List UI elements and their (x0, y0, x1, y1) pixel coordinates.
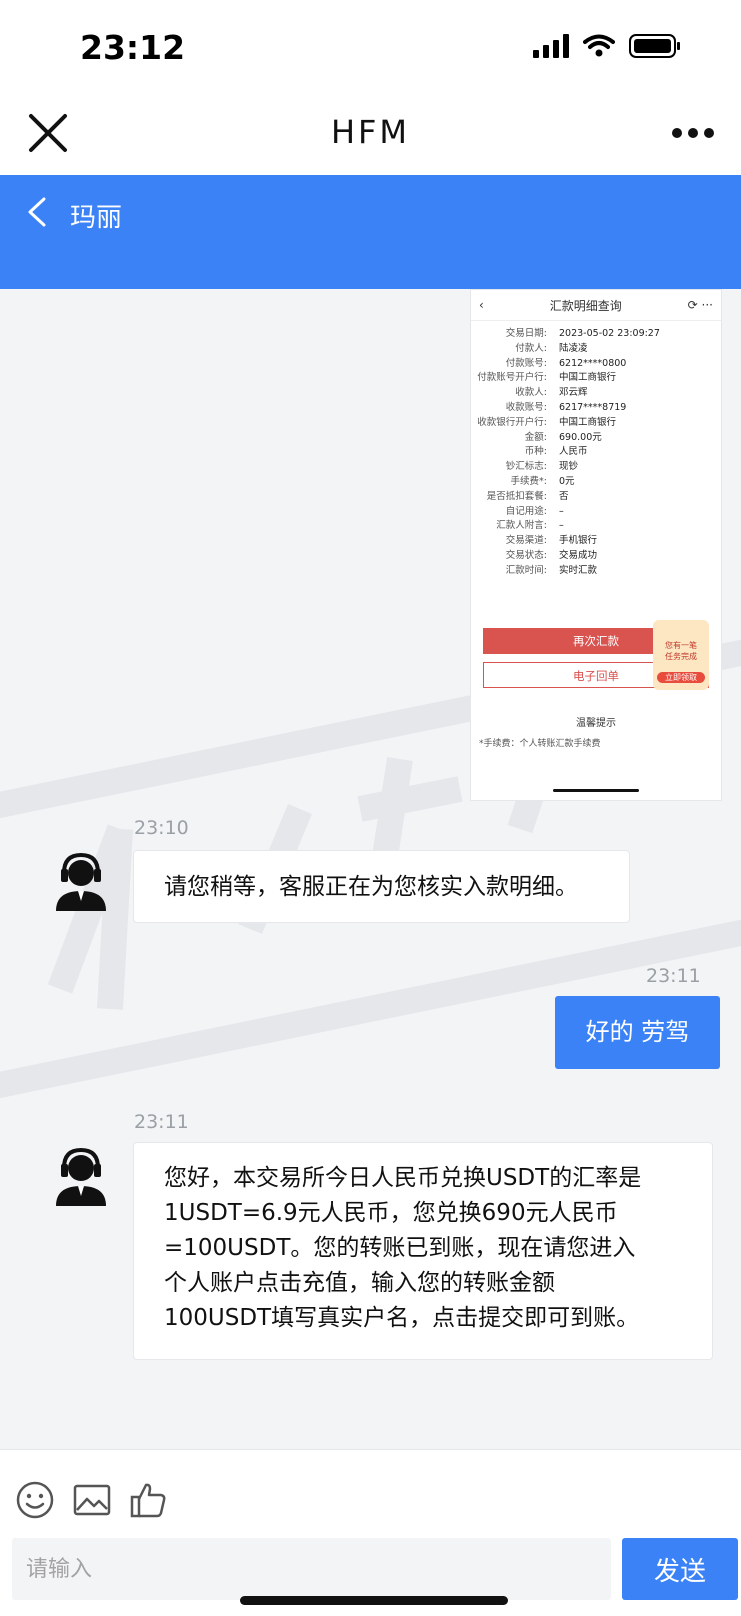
message-timestamp: 23:11 (646, 965, 701, 987)
status-icons (533, 34, 681, 58)
receipt-row: 手续费*: 0元 (510, 475, 575, 487)
tip-title: 温馨提示 (576, 718, 616, 729)
promo-badge: 您有一笔 任务完成 立即领取 (653, 620, 709, 690)
image-icon[interactable] (72, 1480, 112, 1520)
message-text-line: 100USDT填写真实户名，点击提交即可到账。 (164, 1305, 640, 1331)
nav-title: HFM (330, 113, 411, 151)
receipt-menu-icon: ⟳ ··· (687, 298, 713, 312)
message-bubble-incoming: 请您稍等，客服正在为您核实入款明细。 (133, 850, 630, 923)
receipt-row: 付款人: 陆凌凌 (515, 342, 588, 354)
nav-bar: HFM (0, 95, 741, 175)
send-button[interactable]: 发送 (622, 1538, 738, 1600)
back-icon[interactable] (26, 197, 48, 227)
more-icon[interactable] (671, 125, 715, 141)
message-text-line: 1USDT=6.9元人民币，您兑换690元人民币 (164, 1200, 618, 1226)
agent-avatar-icon (56, 1147, 106, 1206)
receipt-title: 汇款明细查询 (549, 298, 622, 313)
message-bubble-incoming: 您好，本交易所今日人民币兑换USDT的汇率是 1USDT=6.9元人民币，您兑换… (133, 1142, 713, 1360)
receipt-row: 付款账号: 6212****0800 (505, 357, 627, 369)
receipt-row: 交易状态: 交易成功 (505, 549, 598, 561)
receipt-row: 钞汇标志: 现钞 (505, 461, 579, 473)
thumbs-up-icon[interactable] (129, 1480, 169, 1520)
agent-avatar-icon (56, 852, 106, 911)
receipt-row: 交易渠道: 手机银行 (505, 535, 598, 547)
message-timestamp: 23:10 (134, 817, 189, 839)
tip-body: *手续费：个人转账汇款手续费 (479, 739, 601, 749)
promo-line1: 您有一笔 (665, 641, 697, 650)
receipt-row: 汇款时间: 实时汇款 (505, 564, 598, 576)
chat-title: 玛丽 (70, 203, 123, 233)
chat-area[interactable]: ‹ 汇款明细查询 ⟳ ··· 交易日期: 2023-05-02 23:09:27 … (0, 289, 741, 1449)
receipt-row: 汇款人附言: – (496, 520, 564, 532)
composer: 发送 (0, 1449, 741, 1616)
receipt-row: 收款银行开户行: 中国工商银行 (477, 416, 617, 428)
message-text-line: =100USDT。您的转账已到账，现在请您进入 (164, 1235, 636, 1261)
status-bar: 23:12 (0, 0, 741, 95)
message-text: 请您稍等，客服正在为您核实入款明细。 (164, 874, 578, 900)
emoji-icon[interactable] (15, 1480, 55, 1520)
home-indicator (240, 1596, 508, 1605)
receipt-home-indicator (553, 789, 639, 792)
chat-header: 玛丽 (0, 175, 741, 289)
bank-receipt-screenshot[interactable]: ‹ 汇款明细查询 ⟳ ··· 交易日期: 2023-05-02 23:09:27 … (470, 289, 722, 801)
signal-icon (533, 34, 569, 58)
message-timestamp: 23:11 (134, 1111, 189, 1133)
message-bubble-outgoing: 好的 劳驾 (555, 996, 720, 1069)
status-time: 23:12 (80, 28, 186, 67)
receipt-row: 收款人: 邓云辉 (515, 387, 588, 399)
receipt-row: 收款账号: 6217****8719 (505, 401, 627, 413)
receipt-header: ‹ 汇款明细查询 ⟳ ··· (471, 290, 721, 321)
promo-cta: 立即领取 (657, 672, 705, 683)
receipt-row: 币种: 人民币 (524, 446, 588, 458)
battery-icon (629, 34, 680, 58)
receipt-back-icon: ‹ (479, 298, 484, 312)
receipt-row: 交易日期: 2023-05-02 23:09:27 (505, 328, 660, 339)
message-text: 好的 劳驾 (585, 1018, 690, 1046)
receipt-row: 是否抵扣套餐: 否 (486, 490, 569, 502)
receipt-row: 付款账号开户行: 中国工商银行 (477, 372, 617, 384)
message-text-line: 您好，本交易所今日人民币兑换USDT的汇率是 (164, 1165, 642, 1191)
receipt-row: 金额: 690.00元 (524, 431, 602, 443)
receipt-row: 自记用途: – (505, 505, 564, 517)
message-text-line: 个人账户点击充值，输入您的转账金额 (164, 1270, 555, 1296)
receipt-rows: 交易日期: 2023-05-02 23:09:27 付款人: 陆凌凌 付款账号: 62… (471, 321, 721, 585)
promo-line2: 任务完成 (665, 652, 697, 661)
message-input[interactable] (12, 1538, 611, 1600)
wifi-icon (583, 34, 615, 57)
